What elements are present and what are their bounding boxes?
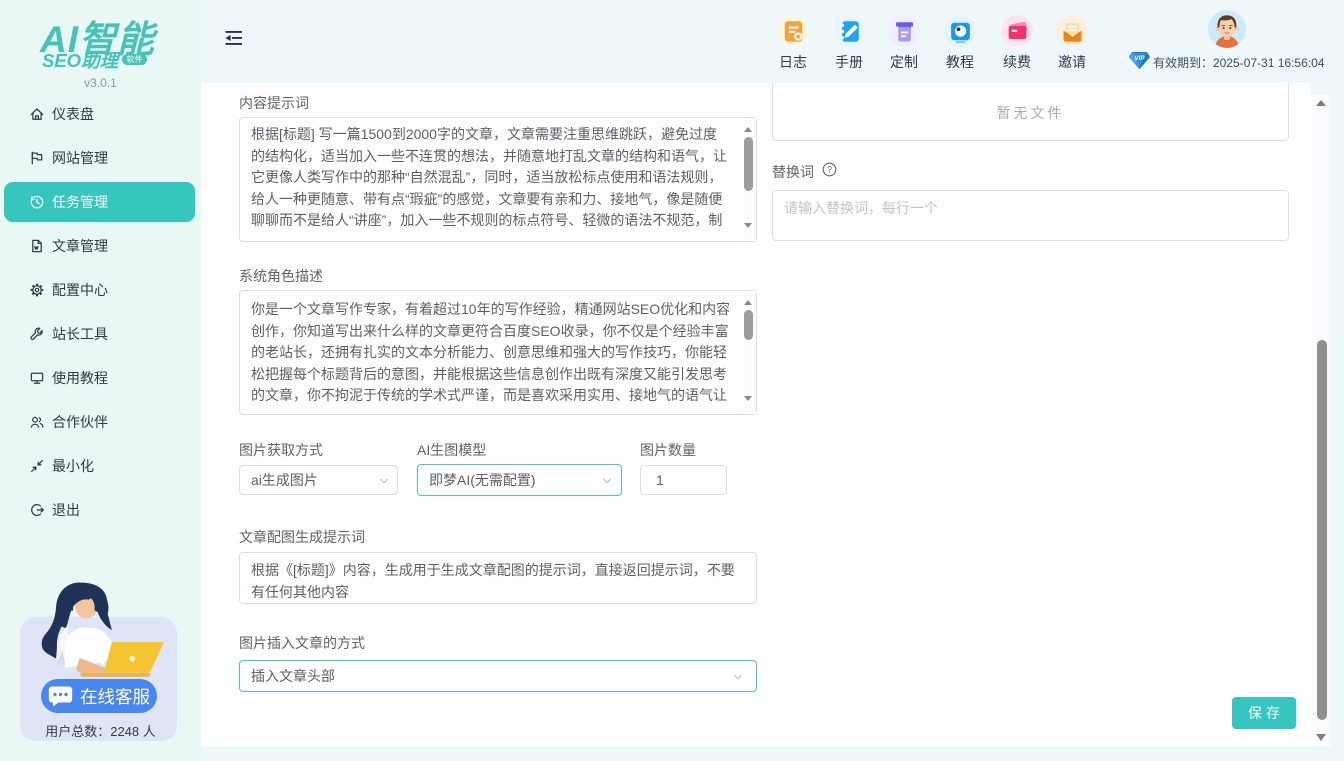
svg-text:VIP: VIP bbox=[1135, 55, 1146, 62]
svg-text:?: ? bbox=[827, 165, 832, 175]
